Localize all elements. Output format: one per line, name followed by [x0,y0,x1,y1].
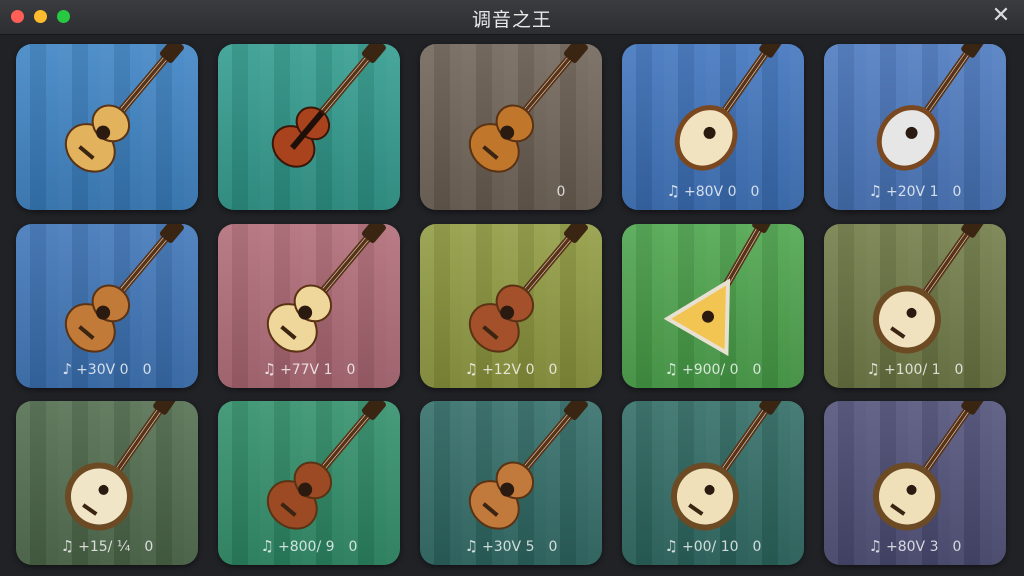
instrument-tile-soprano-ukulele[interactable]: ♫ +800/ 9 0 [218,401,400,565]
music-note-icon: ♫ [464,360,479,378]
tuning-value: +20V 1 [886,184,939,200]
instrument-tile-dreadnought-guitar[interactable]: ♪ +30V 0 0 [16,224,198,388]
music-note-icon: ♫ [868,182,883,200]
acoustic-guitar-icon [16,44,198,194]
tile-count: 0 [348,539,358,555]
tile-status: ♪ +30V 0 0 [16,360,198,378]
tuning-value: +800/ 9 [278,539,335,555]
tile-count: 0 [752,539,762,555]
tile-count: 0 [954,362,964,378]
ukulele-white-icon [218,224,400,374]
instrument-tile-violin[interactable] [218,44,400,210]
tile-status: ♫ +900/ 0 0 [622,360,804,378]
music-note-icon: ♫ [664,537,678,555]
tile-count: 0 [142,362,152,378]
violin-icon [218,44,400,194]
tile-count: 0 [556,184,566,200]
mandolin-round-icon [824,224,1006,374]
tile-count: 0 [346,362,356,378]
instrument-tile-saz[interactable]: ♫ +80V 3 0 [824,401,1006,565]
concert-ukulele-icon [420,401,602,551]
tile-status: ♫ +00/ 10 0 [622,537,804,555]
ukulele-red-icon [420,224,602,374]
tile-status: ♫ +20V 1 0 [824,182,1006,200]
tuning-value: +77V 1 [280,362,333,378]
tile-count: 0 [752,362,762,378]
tile-status: ♫ +100/ 1 0 [824,360,1006,378]
music-note-icon: ♫ [260,537,274,555]
balalaika-icon [622,224,804,374]
lute-icon [824,44,1006,194]
music-note-icon: ♪ [62,360,73,378]
music-note-icon: ♫ [664,360,678,378]
bouzouki-icon [622,401,804,551]
close-icon[interactable]: ✕ [988,3,1014,29]
music-note-icon: ♫ [866,360,880,378]
tile-status: ♫ +800/ 9 0 [218,537,400,555]
instrument-tile-ukulele-white[interactable]: ♫ +77V 1 0 [218,224,400,388]
music-note-icon: ♫ [666,182,681,200]
tuning-value: +30V 5 [482,539,535,555]
music-note-icon: ♫ [868,537,883,555]
dreadnought-guitar-icon [16,224,198,374]
tile-count: 0 [952,184,962,200]
instrument-tile-bouzouki[interactable]: ♫ +00/ 10 0 [622,401,804,565]
instrument-tile-ukulele-red[interactable]: ♫ +12V 0 0 [420,224,602,388]
instrument-grid: 0 ♫ +80V 0 0 ♫ +20V 1 0 ♪ +30V 0 0 ♫ +77V 1 0 ♫ +12V 0… [0,34,1024,576]
saz-icon [824,401,1006,551]
tile-count: 0 [548,539,558,555]
instrument-tile-acoustic-guitar[interactable] [16,44,198,210]
oud-icon [622,44,804,194]
title-bar: 调音之王 ✕ [0,0,1024,35]
tile-status: ♫ +30V 5 0 [420,537,602,555]
instrument-tile-mandolin-round[interactable]: ♫ +100/ 1 0 [824,224,1006,388]
tile-count: 0 [952,539,962,555]
tile-status: ♫ +80V 0 0 [622,182,804,200]
tuning-value: +15/ ¼ [78,539,131,555]
tuning-value: +00/ 10 [682,539,739,555]
music-note-icon: ♫ [464,537,479,555]
instrument-tile-cello[interactable]: 0 [420,44,602,210]
tuning-value: +30V 0 [76,362,129,378]
soprano-ukulele-icon [218,401,400,551]
tile-status: ♫ +77V 1 0 [218,360,400,378]
tuning-value: +80V 3 [886,539,939,555]
tile-count: 0 [548,362,558,378]
app-window: 调音之王 ✕ 0 ♫ +80V 0 0 ♫ +20V 1 0 ♪ +30V 0 0 ♫ +77V 10… [0,0,1024,576]
tile-count: 0 [144,539,154,555]
tile-status: ♫ +15/ ¼ 0 [16,537,198,555]
music-note-icon: ♫ [60,537,75,555]
instrument-tile-mandolin-bowl[interactable]: ♫ +15/ ¼ 0 [16,401,198,565]
tuning-value: +80V 0 [684,184,737,200]
instrument-tile-lute[interactable]: ♫ +20V 1 0 [824,44,1006,210]
instrument-tile-concert-ukulele[interactable]: ♫ +30V 5 0 [420,401,602,565]
cello-icon [420,44,602,194]
tile-count: 0 [750,184,760,200]
tile-status: ♫ +80V 3 0 [824,537,1006,555]
window-title: 调音之王 [471,9,552,31]
tuning-value: +900/ 0 [682,362,739,378]
tile-status: 0 [420,184,602,200]
instrument-tile-oud[interactable]: ♫ +80V 0 0 [622,44,804,210]
tile-status: ♫ +12V 0 0 [420,360,602,378]
mandolin-bowl-icon [16,401,198,551]
instrument-tile-balalaika[interactable]: ♫ +900/ 0 0 [622,224,804,388]
tuning-value: +100/ 1 [884,362,941,378]
tuning-value: +12V 0 [482,362,535,378]
music-note-icon: ♫ [262,360,277,378]
